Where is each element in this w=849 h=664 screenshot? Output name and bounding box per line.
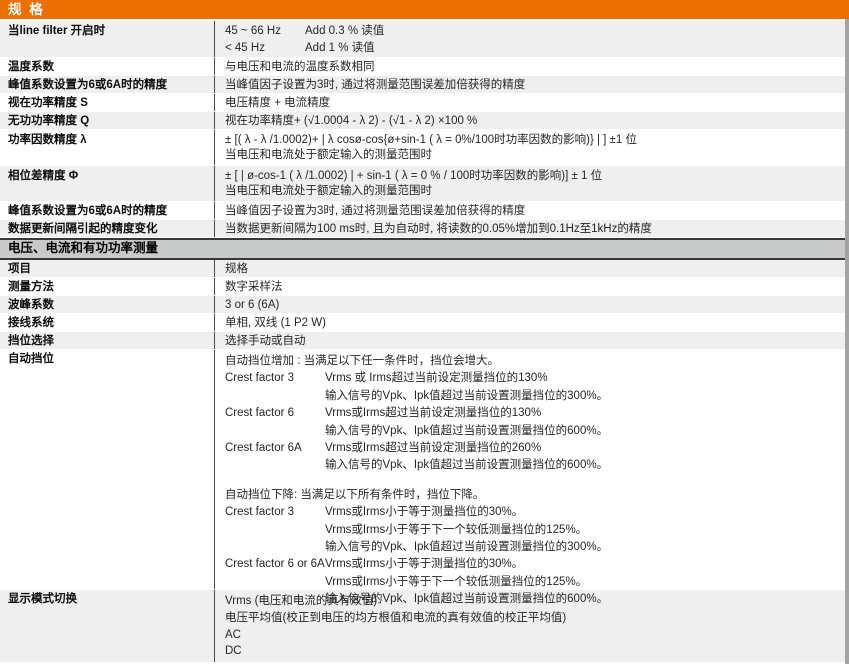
table-row-apparent-power: 视在功率精度 S 电压精度 + 电流精度	[0, 94, 849, 112]
crest-factor-block: Crest factor 3 Vrms或Irms小于等于测量挡位的30%。 Vr…	[225, 504, 839, 556]
crest-factor-name: Crest factor 3	[225, 504, 325, 556]
table-row-crest-accuracy-1: 峰值系数设置为6或6A时的精度 当峰值因子设置为3时, 通过将测量范围误差加倍获…	[0, 76, 849, 94]
page-title: 规 格	[0, 0, 849, 19]
auto-range-decrease-intro: 自动挡位下降: 当满足以下所有条件时，挡位下降。	[225, 487, 839, 504]
table-row-power-factor: 功率因数精度 λ ± [( λ - λ /1.0002)+ | λ cosø-c…	[0, 130, 849, 166]
spec-value: 电压精度 + 电流精度	[215, 94, 849, 111]
spec-label: 温度系数	[0, 58, 215, 75]
crest-factor-conditions: Vrms 或 Irms超过当前设定测量挡位的130% 输入信号的Vpk、Ipk值…	[325, 370, 839, 405]
table-row-crest-accuracy-2: 峰值系数设置为6或6A时的精度 当峰值因子设置为3时, 通过将测量范围误差加倍获…	[0, 202, 849, 220]
crest-factor-conditions: Vrms或Irms小于等于测量挡位的30%。 Vrms或Irms小于等于下一个较…	[325, 504, 839, 556]
spec-label: 测量方法	[0, 278, 215, 295]
table-row-line-filter: 当line filter 开启时 45 ~ 66 Hz Add 0.3 % 读值…	[0, 21, 849, 58]
table-row-update-interval: 数据更新间隔引起的精度变化 当数据更新间隔为100 ms时, 且为自动时, 将读…	[0, 220, 849, 238]
table-row-range-select: 挡位选择 选择手动或自动	[0, 332, 849, 350]
condition-line: Vrms或Irms小于等于测量挡位的30%。	[325, 504, 839, 521]
spec-value: 规格	[215, 260, 849, 277]
table-row-temp-coeff: 温度系数 与电压和电流的温度系数相同	[0, 58, 849, 76]
value-line: AC	[225, 627, 839, 644]
freq-range: 45 ~ 66 Hz	[225, 23, 305, 40]
freq-range: < 45 Hz	[225, 40, 305, 57]
crest-factor-name: Crest factor 6	[225, 405, 325, 440]
crest-factor-block: Crest factor 6 Vrms或Irms超过当前设定测量挡位的130% …	[225, 405, 839, 440]
crest-factor-conditions: Vrms或Irms超过当前设定测量挡位的260% 输入信号的Vpk、Ipk值超过…	[325, 440, 839, 475]
crest-factor-conditions: Vrms或Irms超过当前设定测量挡位的130% 输入信号的Vpk、Ipk值超过…	[325, 405, 839, 440]
value-line: DC	[225, 643, 839, 660]
table-row-crest-factor: 波峰系数 3 or 6 (6A)	[0, 296, 849, 314]
spec-label: 当line filter 开启时	[0, 21, 215, 57]
section-header: 电压、电流和有功功率测量	[0, 238, 849, 260]
value-line: 45 ~ 66 Hz Add 0.3 % 读值	[225, 23, 839, 40]
value-line: < 45 Hz Add 1 % 读值	[225, 40, 839, 57]
crest-factor-name: Crest factor 6A	[225, 440, 325, 475]
spec-label: 自动挡位	[0, 350, 215, 589]
spec-value: Vrms (电压和电流的真有效值) 电压平均值(校正到电压的均方根值和电流的真有…	[215, 590, 849, 662]
auto-range-increase-intro: 自动挡位增加 : 当满足以下任一条件时，挡位会增大。	[225, 353, 839, 370]
spec-value: 当峰值因子设置为3时, 通过将测量范围误差加倍获得的精度	[215, 76, 849, 93]
table-row-phase-diff: 相位差精度 Φ ± [ | ø-cos-1 ( λ /1.0002) | + s…	[0, 166, 849, 202]
spec-value: 选择手动或自动	[215, 332, 849, 349]
condition-line: 输入信号的Vpk、Ipk值超过当前设置测量挡位的300%。	[325, 388, 839, 405]
spec-value: ± [( λ - λ /1.0002)+ | λ cosø-cos{ø+sin-…	[215, 130, 849, 165]
crest-factor-block: Crest factor 3 Vrms 或 Irms超过当前设定测量挡位的130…	[225, 370, 839, 405]
condition-line: 当电压和电流处于额定输入的测量范围时	[225, 148, 839, 164]
condition-line: Vrms或Irms小于等于下一个较低测量挡位的125%。	[325, 574, 839, 591]
condition-line: 输入信号的Vpk、Ipk值超过当前设置测量挡位的600%。	[325, 423, 839, 440]
spec-value: 3 or 6 (6A)	[215, 296, 849, 313]
condition-line: Vrms或Irms超过当前设定测量挡位的130%	[325, 405, 839, 422]
value-line: Vrms (电压和电流的真有效值)	[225, 593, 839, 610]
spec-label: 波峰系数	[0, 296, 215, 313]
crest-factor-name: Crest factor 3	[225, 370, 325, 405]
accuracy-add: Add 1 % 读值	[305, 40, 839, 57]
spec-label: 数据更新间隔引起的精度变化	[0, 220, 215, 237]
spec-value: 45 ~ 66 Hz Add 0.3 % 读值 < 45 Hz Add 1 % …	[215, 21, 849, 57]
table-row-auto-range: 自动挡位 自动挡位增加 : 当满足以下任一条件时，挡位会增大。 Crest fa…	[0, 350, 849, 590]
spec-value: 当数据更新间隔为100 ms时, 且为自动时, 将读数的0.05%增加到0.1H…	[215, 220, 849, 237]
formula-line: ± [ | ø-cos-1 ( λ /1.0002) | + sin-1 ( λ…	[225, 169, 839, 185]
spec-label: 挡位选择	[0, 332, 215, 349]
table-row-item: 项目 规格	[0, 260, 849, 278]
spec-label: 显示模式切换	[0, 590, 215, 662]
spec-label: 峰值系数设置为6或6A时的精度	[0, 202, 215, 219]
spec-label: 项目	[0, 260, 215, 277]
table-row-wiring: 接线系统 单相, 双线 (1 P2 W)	[0, 314, 849, 332]
table-row-method: 测量方法 数字采样法	[0, 278, 849, 296]
spacer	[225, 475, 839, 487]
formula-line: ± [( λ - λ /1.0002)+ | λ cosø-cos{ø+sin-…	[225, 133, 839, 149]
condition-line: 输入信号的Vpk、Ipk值超过当前设置测量挡位的600%。	[325, 457, 839, 474]
crest-factor-block: Crest factor 6A Vrms或Irms超过当前设定测量挡位的260%…	[225, 440, 839, 475]
spec-value: 自动挡位增加 : 当满足以下任一条件时，挡位会增大。 Crest factor …	[215, 350, 849, 589]
condition-line: 当电压和电流处于额定输入的测量范围时	[225, 184, 839, 200]
condition-line: Vrms或Irms小于等于测量挡位的30%。	[325, 556, 839, 573]
spec-label: 视在功率精度 S	[0, 94, 215, 111]
table-row-reactive-power: 无功功率精度 Q 视在功率精度+ (√1.0004 - λ 2) - (√1 -…	[0, 112, 849, 130]
spec-label: 接线系统	[0, 314, 215, 331]
spec-label: 无功功率精度 Q	[0, 112, 215, 129]
spec-label: 相位差精度 Φ	[0, 166, 215, 201]
condition-line: Vrms 或 Irms超过当前设定测量挡位的130%	[325, 370, 839, 387]
condition-line: Vrms或Irms小于等于下一个较低测量挡位的125%。	[325, 522, 839, 539]
condition-line: Vrms或Irms超过当前设定测量挡位的260%	[325, 440, 839, 457]
condition-line: 输入信号的Vpk、Ipk值超过当前设置测量挡位的300%。	[325, 539, 839, 556]
table-row-display-mode: 显示模式切换 Vrms (电压和电流的真有效值) 电压平均值(校正到电压的均方根…	[0, 590, 849, 663]
spec-table: 当line filter 开启时 45 ~ 66 Hz Add 0.3 % 读值…	[0, 21, 849, 663]
spec-label: 功率因数精度 λ	[0, 130, 215, 165]
spec-value: 单相, 双线 (1 P2 W)	[215, 314, 849, 331]
spec-value: 与电压和电流的温度系数相同	[215, 58, 849, 75]
spec-value: ± [ | ø-cos-1 ( λ /1.0002) | + sin-1 ( λ…	[215, 166, 849, 201]
value-line: 电压平均值(校正到电压的均方根值和电流的真有效值的校正平均值)	[225, 610, 839, 627]
spec-label: 峰值系数设置为6或6A时的精度	[0, 76, 215, 93]
spec-value: 数字采样法	[215, 278, 849, 295]
accuracy-add: Add 0.3 % 读值	[305, 23, 839, 40]
page-edge	[845, 19, 849, 664]
spec-value: 视在功率精度+ (√1.0004 - λ 2) - (√1 - λ 2) ×10…	[215, 112, 849, 129]
spec-value: 当峰值因子设置为3时, 通过将测量范围误差加倍获得的精度	[215, 202, 849, 219]
spec-page: 规 格 当line filter 开启时 45 ~ 66 Hz Add 0.3 …	[0, 0, 849, 664]
